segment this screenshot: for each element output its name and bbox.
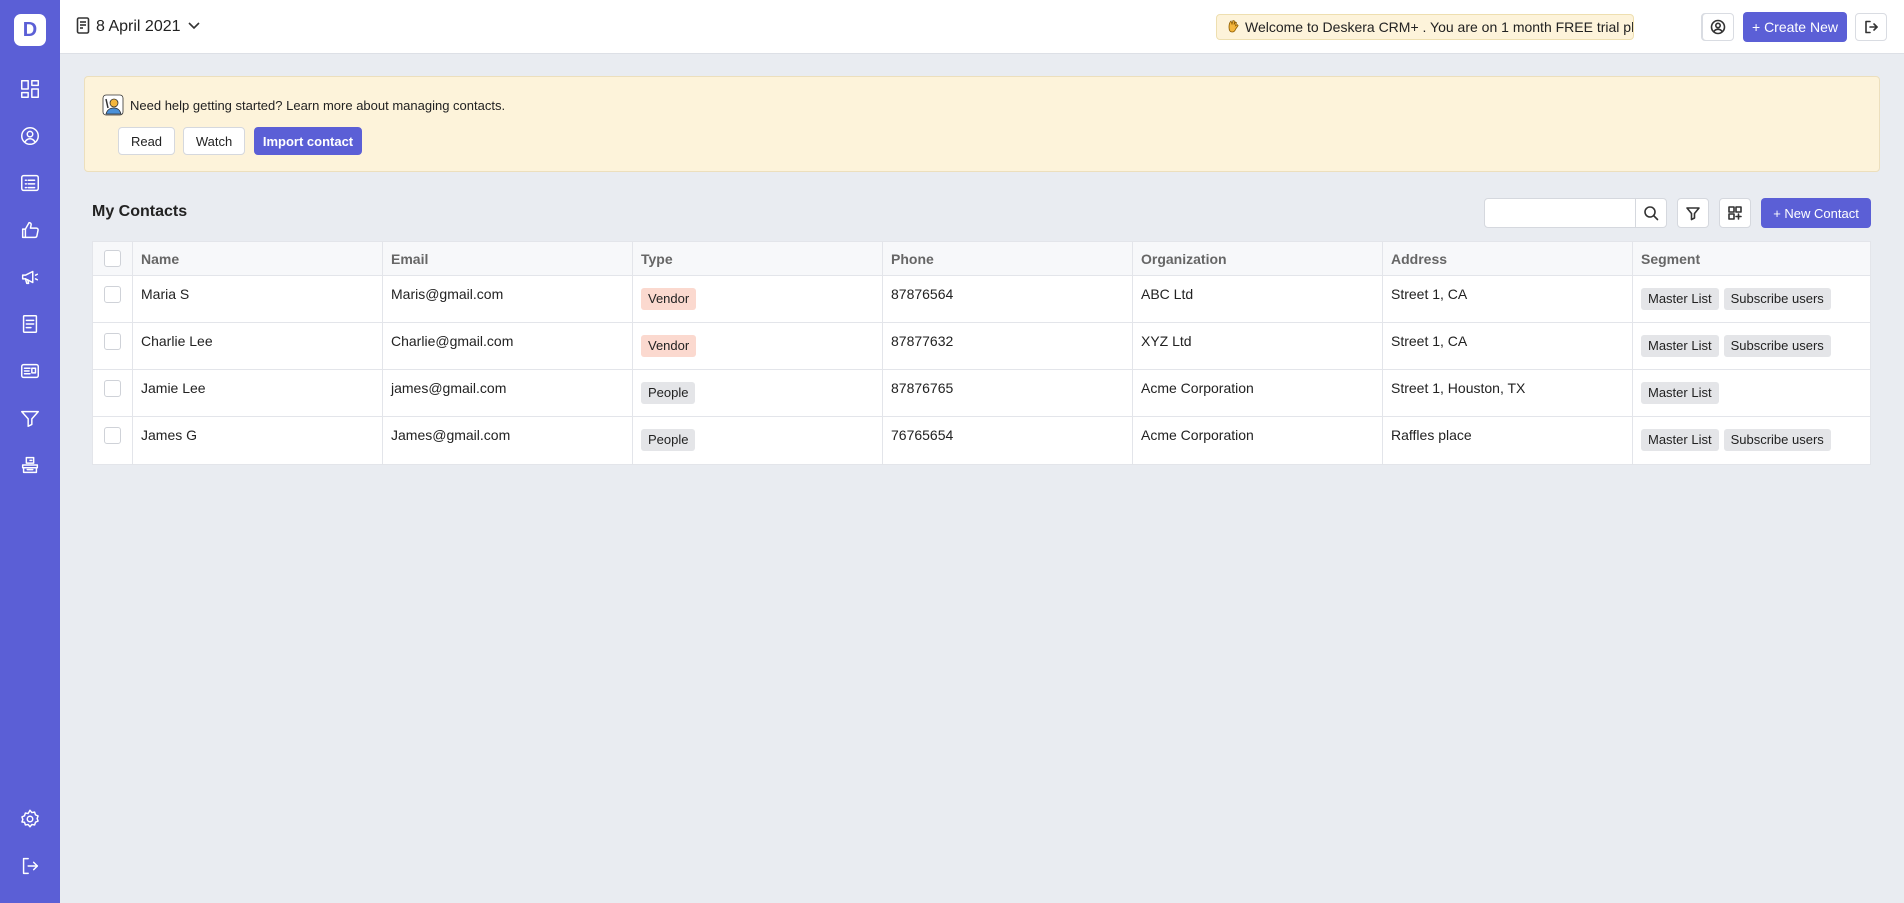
contact-type-cell: Vendor (633, 276, 883, 322)
contacts-icon[interactable] (18, 124, 42, 148)
search-input[interactable] (1484, 198, 1636, 228)
table-row[interactable]: Jamie Lee james@gmail.com People 8787676… (93, 370, 1870, 417)
funnel-icon[interactable] (18, 406, 42, 430)
contact-organization: Acme Corporation (1133, 370, 1383, 416)
contact-organization: Acme Corporation (1133, 417, 1383, 464)
row-select-cell (93, 417, 133, 464)
contact-email[interactable]: James@gmail.com (383, 417, 633, 464)
contact-address: Street 1, CA (1383, 323, 1633, 369)
contact-phone: 87877632 (883, 323, 1133, 369)
segment-tag: Subscribe users (1723, 288, 1831, 310)
segment-tag: Subscribe users (1723, 335, 1831, 357)
trial-welcome-banner: Welcome to Deskera CRM+ . You are on 1 m… (1216, 14, 1634, 40)
contact-name[interactable]: Charlie Lee (133, 323, 383, 369)
deals-list-icon[interactable] (18, 171, 42, 195)
contact-phone: 87876765 (883, 370, 1133, 416)
contact-address: Street 1, Houston, TX (1383, 370, 1633, 416)
page-title: My Contacts (92, 203, 188, 220)
settings-icon[interactable] (18, 807, 42, 831)
contact-address: Raffles place (1383, 417, 1633, 464)
contact-segment-cell: Master List (1633, 370, 1870, 416)
contact-organization: ABC Ltd (1133, 276, 1383, 322)
contact-type-cell: People (633, 417, 883, 464)
helpdesk-icon[interactable] (18, 453, 42, 477)
contacts-table: Name Email Type Phone Organization Addre… (92, 241, 1871, 465)
column-header-name[interactable]: Name (133, 242, 383, 275)
contact-segment-cell: Master List Subscribe users (1633, 276, 1870, 322)
calendar-icon (76, 16, 90, 39)
column-header-segment[interactable]: Segment (1633, 242, 1870, 275)
table-row[interactable]: James G James@gmail.com People 76765654 … (93, 417, 1870, 464)
select-all-cell (93, 242, 133, 275)
sidebar: D (0, 0, 60, 903)
row-select-cell (93, 323, 133, 369)
help-text: Need help getting started? Learn more ab… (130, 97, 506, 113)
segment-tag: Master List (1641, 335, 1719, 357)
column-header-address[interactable]: Address (1383, 242, 1633, 275)
table-row[interactable]: Charlie Lee Charlie@gmail.com Vendor 878… (93, 323, 1870, 370)
watch-button[interactable]: Watch (183, 127, 245, 155)
contact-phone: 76765654 (883, 417, 1133, 464)
type-badge: People (641, 429, 696, 451)
campaign-icon[interactable] (18, 265, 42, 289)
contact-email[interactable]: james@gmail.com (383, 370, 633, 416)
create-new-button[interactable]: + Create New (1743, 12, 1847, 42)
table-row[interactable]: Maria S Maris@gmail.com Vendor 87876564 … (93, 276, 1870, 323)
contact-segment-cell: Master List Subscribe users (1633, 323, 1870, 369)
import-contact-button[interactable]: Import contact (254, 127, 362, 155)
add-column-icon[interactable] (1719, 198, 1751, 228)
new-contact-button[interactable]: + New Contact (1761, 198, 1871, 228)
contact-email[interactable]: Maris@gmail.com (383, 276, 633, 322)
welcome-text: Welcome to Deskera CRM+ . You are on 1 m… (1245, 19, 1634, 35)
read-button[interactable]: Read (118, 127, 175, 155)
email-icon[interactable] (18, 359, 42, 383)
row-checkbox[interactable] (104, 333, 121, 350)
contact-type-cell: People (633, 370, 883, 416)
contact-organization: XYZ Ltd (1133, 323, 1383, 369)
type-badge: Vendor (641, 335, 697, 357)
segment-tag: Master List (1641, 382, 1719, 404)
dashboard-icon[interactable] (18, 77, 42, 101)
contact-address: Street 1, CA (1383, 276, 1633, 322)
table-header-row: Name Email Type Phone Organization Addre… (93, 242, 1870, 276)
column-header-phone[interactable]: Phone (883, 242, 1133, 275)
logout-icon[interactable] (18, 854, 42, 878)
search-icon[interactable] (1635, 198, 1667, 228)
contact-email[interactable]: Charlie@gmail.com (383, 323, 633, 369)
select-all-checkbox[interactable] (104, 250, 121, 267)
row-checkbox[interactable] (104, 286, 121, 303)
thumbs-up-icon[interactable] (18, 218, 42, 242)
logout-button[interactable] (1855, 13, 1887, 41)
contact-type-cell: Vendor (633, 323, 883, 369)
type-badge: Vendor (641, 288, 697, 310)
help-banner: Need help getting started? Learn more ab… (84, 76, 1880, 172)
column-header-organization[interactable]: Organization (1133, 242, 1383, 275)
type-badge: People (641, 382, 696, 404)
contact-phone: 87876564 (883, 276, 1133, 322)
segment-tag: Subscribe users (1723, 429, 1831, 451)
current-date: 8 April 2021 (96, 18, 181, 35)
row-select-cell (93, 370, 133, 416)
contact-name[interactable]: Jamie Lee (133, 370, 383, 416)
user-circle-icon[interactable] (1702, 13, 1734, 41)
contact-segment-cell: Master List Subscribe users (1633, 417, 1870, 464)
column-header-email[interactable]: Email (383, 242, 633, 275)
row-checkbox[interactable] (104, 427, 121, 444)
segment-tag: Master List (1641, 288, 1719, 310)
column-header-type[interactable]: Type (633, 242, 883, 275)
filter-icon[interactable] (1677, 198, 1709, 228)
date-selector[interactable]: 8 April 2021 (76, 16, 201, 38)
person-raising-hand-icon (102, 94, 124, 116)
row-select-cell (93, 276, 133, 322)
help-text-row: Need help getting started? Learn more ab… (102, 94, 505, 116)
chevron-down-icon[interactable] (187, 18, 201, 37)
contact-name[interactable]: James G (133, 417, 383, 464)
forms-icon[interactable] (18, 312, 42, 336)
waving-hand-icon (1225, 18, 1241, 37)
row-checkbox[interactable] (104, 380, 121, 397)
deskera-logo[interactable]: D (14, 14, 46, 46)
contact-name[interactable]: Maria S (133, 276, 383, 322)
segment-tag: Master List (1641, 429, 1719, 451)
